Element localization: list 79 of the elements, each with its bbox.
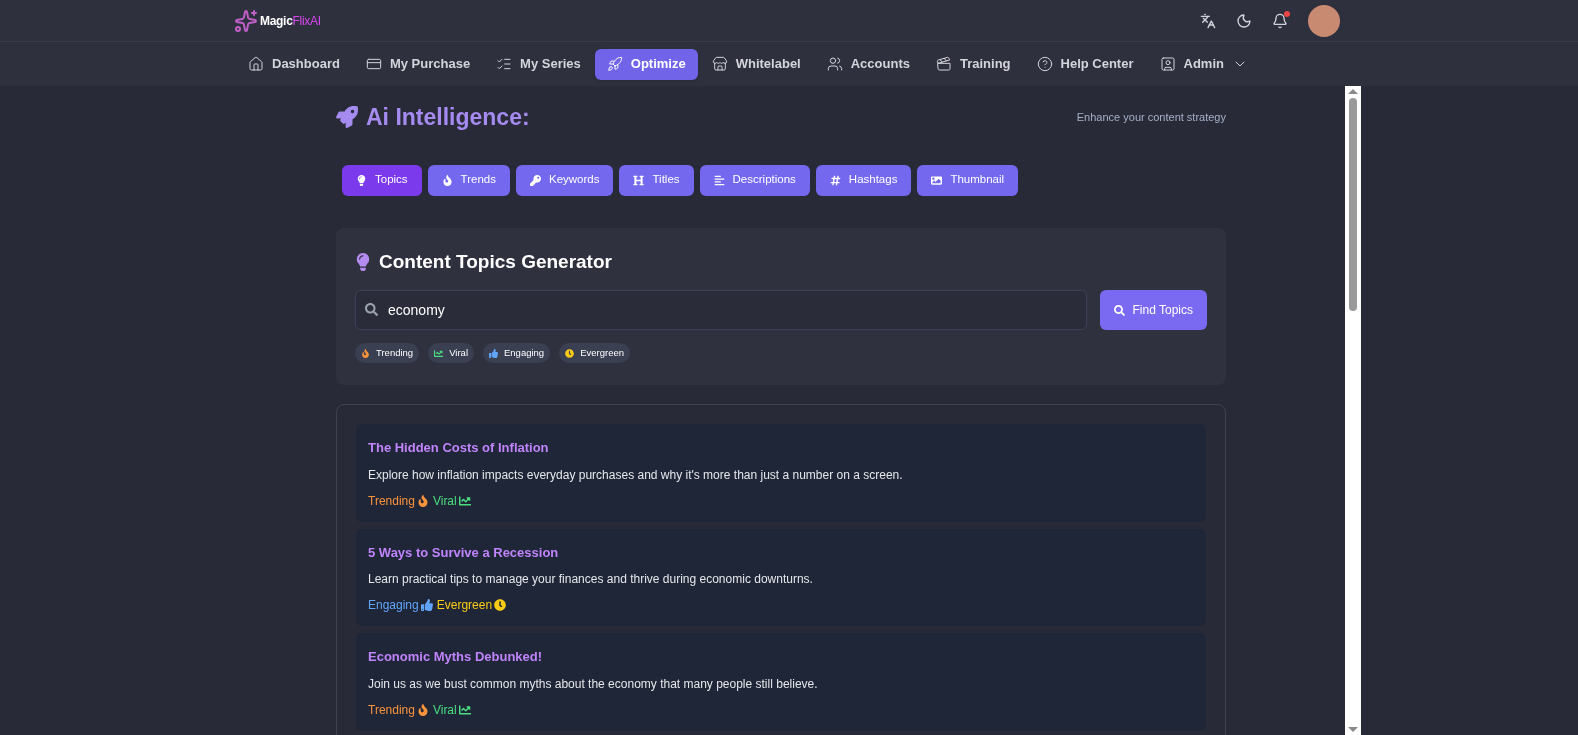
dark-mode-button[interactable]: [1236, 12, 1252, 29]
scroll-up-icon[interactable]: [1348, 89, 1358, 94]
notification-button[interactable]: [1272, 12, 1288, 29]
tab[interactable]: Trends: [427, 164, 510, 196]
filter-chip[interactable]: Viral: [428, 343, 474, 363]
nav-item[interactable]: My Series: [484, 48, 593, 80]
topic-tag: Viral: [432, 700, 457, 719]
nav-item[interactable]: Training: [923, 48, 1023, 80]
scrollbar-thumb[interactable]: [1349, 98, 1357, 311]
users-icon: [826, 56, 843, 72]
tab[interactable]: Titles: [619, 164, 694, 196]
nav-item[interactable]: Whitelabel: [699, 48, 813, 80]
thumbs-up-icon: [420, 599, 433, 611]
tab[interactable]: Descriptions: [699, 164, 810, 196]
page-title: Ai Intelligence:: [366, 103, 530, 132]
topic-title: The Hidden Costs of Inflation: [368, 439, 550, 457]
topic-title: Economic Myths Debunked!: [368, 648, 544, 666]
topic-title: 5 Ways to Survive a Recession: [368, 543, 560, 562]
page-subtitle: Enhance your content strategy: [1076, 110, 1226, 125]
topic-description: Learn practical tips to manage your finances and thrive during economic downturns.: [368, 571, 814, 588]
search-icon: [365, 303, 378, 316]
list-icon: [496, 56, 513, 72]
chart-line-icon: [458, 703, 471, 716]
avatar[interactable]: [1308, 4, 1340, 37]
scroll-down-icon[interactable]: [1348, 727, 1358, 732]
topic-tag: Viral: [432, 491, 457, 510]
logo-text[interactable]: MagicFlixAI: [260, 11, 321, 30]
topic-tag: Engaging: [368, 596, 419, 614]
chart-line-icon: [434, 348, 444, 358]
text-lines-icon: [713, 174, 725, 186]
scrollbar[interactable]: [1345, 86, 1361, 735]
nav-item[interactable]: Help Center: [1024, 48, 1146, 80]
hashtag-icon: [829, 174, 841, 186]
topic-tag: Evergreen: [436, 596, 493, 614]
nav-item[interactable]: Optimize: [594, 48, 698, 80]
lightbulb-icon: [356, 174, 367, 186]
user-badge-icon: [1159, 56, 1176, 72]
tab[interactable]: Thumbnail: [917, 164, 1019, 196]
nav-item[interactable]: Admin: [1147, 48, 1260, 80]
topic-description: Explore how inflation impacts everyday purchases and why it's more than just a number on a screen.: [368, 466, 904, 484]
store-icon: [711, 56, 728, 72]
chart-line-icon: [458, 494, 471, 507]
nav-item[interactable]: My Purchase: [353, 48, 483, 80]
flame-icon: [441, 174, 453, 186]
search-icon: [1113, 304, 1125, 316]
tab[interactable]: Hashtags: [815, 164, 912, 196]
card-icon: [365, 56, 382, 72]
topic-tag: Trending: [368, 700, 415, 719]
topic-card[interactable]: The Hidden Costs of Inflation Explore how inflation impacts everyday purchases and why it's more than just a number on a screen. Trending Viral: [356, 424, 1206, 522]
clock-icon: [565, 348, 575, 358]
card-title: Content Topics Generator: [379, 249, 612, 274]
topic-card[interactable]: Economic Myths Debunked! Join us as we bust common myths about the economy that many people still believe. Trending Viral: [356, 633, 1206, 731]
key-icon: [530, 174, 541, 186]
rocket-icon: [336, 106, 358, 129]
nav-item[interactable]: Dashboard: [236, 48, 352, 80]
language-button[interactable]: [1200, 12, 1216, 29]
rocket-icon: [606, 56, 623, 72]
home-icon: [248, 56, 264, 72]
filter-chip[interactable]: Evergreen: [559, 343, 630, 363]
thumbs-up-icon: [489, 348, 498, 358]
tab[interactable]: Keywords: [516, 164, 614, 196]
search-field[interactable]: economy: [355, 290, 1087, 330]
help-icon: [1036, 56, 1053, 72]
heading-icon: [633, 174, 645, 186]
video-icon: [935, 56, 952, 72]
flame-icon: [361, 348, 370, 358]
topic-card[interactable]: 5 Ways to Survive a Recession Learn practical tips to manage your finances and thrive during economic downturns. Engaging Evergreen: [356, 528, 1206, 626]
topic-tag: Trending: [368, 491, 415, 510]
tab[interactable]: Topics: [342, 164, 422, 196]
filter-chip[interactable]: Trending: [355, 343, 420, 363]
find-topics-button[interactable]: Find Topics: [1099, 290, 1207, 330]
lightbulb-icon: [355, 252, 371, 271]
flame-icon: [416, 494, 429, 507]
filter-chip[interactable]: Engaging: [483, 343, 551, 363]
clock-icon: [494, 599, 507, 611]
image-icon: [931, 174, 943, 186]
flame-icon: [416, 703, 429, 716]
nav-item[interactable]: Accounts: [814, 48, 922, 80]
topic-description: Join us as we bust common myths about the economy that many people still believe.: [368, 675, 819, 693]
